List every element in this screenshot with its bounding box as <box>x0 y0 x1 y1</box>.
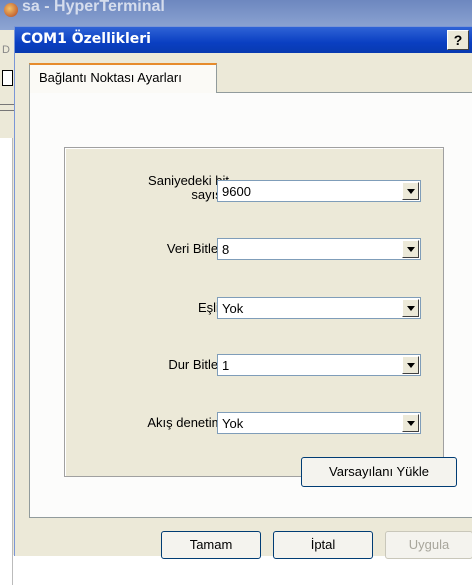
chevron-down-icon[interactable] <box>402 182 419 200</box>
bits-per-second-select[interactable]: 9600 <box>217 180 421 202</box>
terminal-area <box>0 138 13 585</box>
stop-bits-value: 1 <box>222 358 230 373</box>
parity-select[interactable]: Yok <box>217 297 421 319</box>
parity-value: Yok <box>222 301 244 316</box>
restore-defaults-button[interactable]: Varsayılanı Yükle <box>301 457 457 487</box>
chevron-down-icon[interactable] <box>402 299 419 317</box>
toolbar-divider <box>0 104 14 105</box>
com1-properties-dialog: COM1 Özellikleri ? Saniyedeki bit sayısı… <box>14 26 472 559</box>
data-bits-value: 8 <box>222 242 230 257</box>
dialog-title: COM1 Özellikleri <box>21 31 151 47</box>
hyperterminal-icon <box>4 3 18 17</box>
tab-port-settings-label: Bağlantı Noktası Ayarları <box>39 70 182 85</box>
new-document-icon[interactable] <box>2 70 13 86</box>
background-window-edge: D <box>0 30 15 585</box>
toolbar-divider <box>0 110 14 111</box>
tab-panel: Saniyedeki bit sayısı: 9600 Veri Bitleri… <box>29 92 472 518</box>
chevron-down-icon[interactable] <box>402 356 419 374</box>
flow-control-value: Yok <box>222 416 244 431</box>
flow-control-select[interactable]: Yok <box>217 412 421 434</box>
chevron-down-icon[interactable] <box>402 414 419 432</box>
stop-bits-select[interactable]: 1 <box>217 354 421 376</box>
background-window-title: sa - HyperTerminal <box>22 0 165 15</box>
help-button[interactable]: ? <box>447 30 469 50</box>
dialog-titlebar[interactable]: COM1 Özellikleri ? <box>15 27 472 53</box>
port-settings-group: Saniyedeki bit sayısı: 9600 Veri Bitleri… <box>64 147 444 477</box>
background-menu-item[interactable]: D <box>2 44 10 56</box>
bits-per-second-value: 9600 <box>222 184 251 199</box>
data-bits-select[interactable]: 8 <box>217 238 421 260</box>
chevron-down-icon[interactable] <box>402 240 419 258</box>
tab-port-settings[interactable]: Bağlantı Noktası Ayarları <box>29 63 217 93</box>
